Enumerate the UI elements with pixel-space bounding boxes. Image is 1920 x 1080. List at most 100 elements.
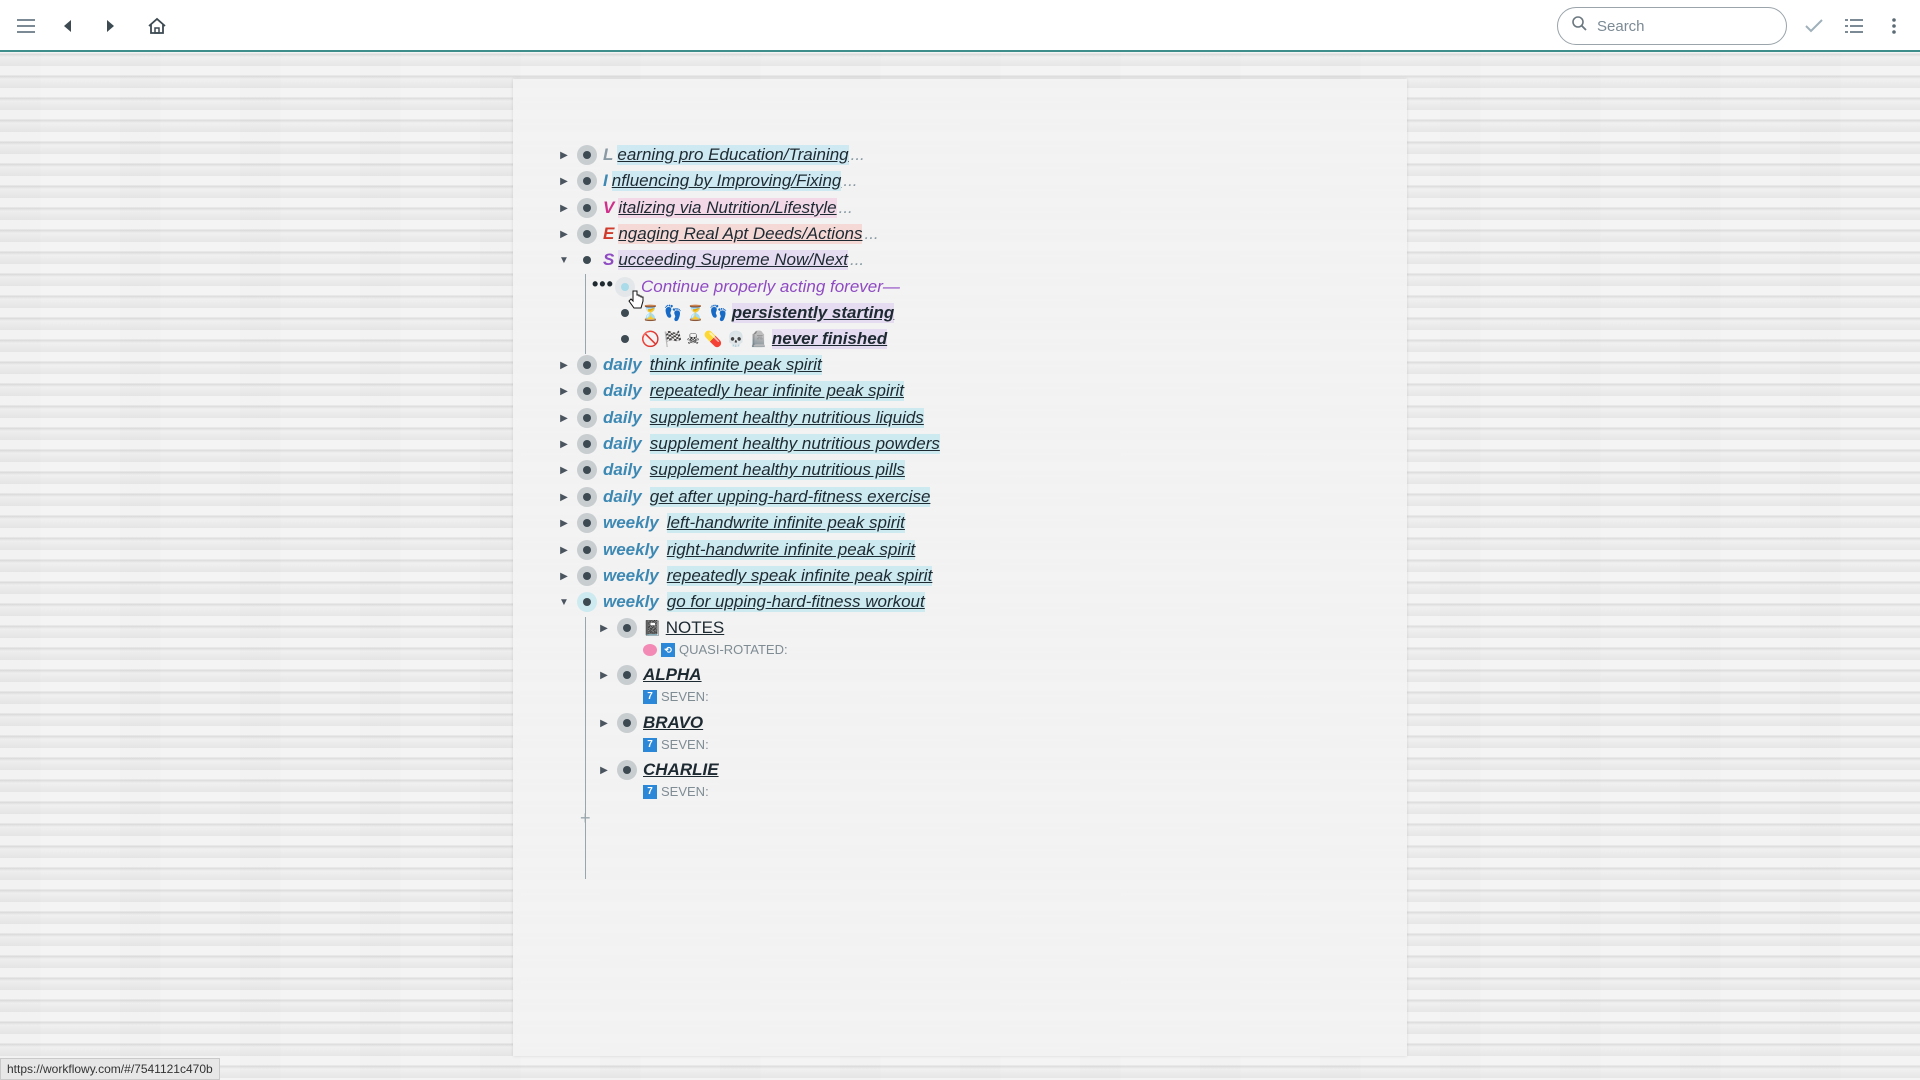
- search-box[interactable]: [1557, 7, 1787, 45]
- expand-arrow-icon[interactable]: ▶: [597, 668, 611, 682]
- bullet-icon[interactable]: [577, 487, 597, 507]
- list-item[interactable]: ▶ daily supplement healthy nutritious po…: [557, 431, 940, 457]
- item-text[interactable]: ALPHA: [643, 665, 702, 685]
- item-text[interactable]: supplement healthy nutritious liquids: [649, 408, 924, 428]
- list-icon[interactable]: [1838, 10, 1870, 42]
- bullet-icon[interactable]: [577, 381, 597, 401]
- bullet-icon[interactable]: [617, 665, 637, 685]
- expand-arrow-icon[interactable]: ▶: [557, 411, 571, 425]
- list-item[interactable]: ▶ I nfluencing by Improving/Fixing ...: [557, 168, 858, 194]
- expand-arrow-icon[interactable]: ▶: [597, 621, 611, 635]
- list-item[interactable]: 🚫 🏁 ☠ 💊 💀 🪦 never finished: [615, 326, 888, 352]
- expand-arrow-icon[interactable]: ▶: [557, 174, 571, 188]
- list-item[interactable]: ▶ daily repeatedly hear infinite peak sp…: [557, 378, 904, 404]
- bullet-icon[interactable]: [577, 540, 597, 560]
- item-text[interactable]: right-handwrite infinite peak spirit: [666, 540, 916, 560]
- more-icon[interactable]: [1878, 10, 1910, 42]
- item-text[interactable]: earning pro Education/Training: [617, 145, 849, 165]
- item-text[interactable]: Continue properly acting forever—: [641, 277, 900, 297]
- list-item[interactable]: ▶ daily supplement healthy nutritious li…: [557, 405, 924, 431]
- list-item[interactable]: ▶ V italizing via Nutrition/Lifestyle ..…: [557, 195, 853, 221]
- bullet-icon[interactable]: [577, 355, 597, 375]
- more-dots-icon[interactable]: •••: [592, 274, 614, 295]
- bullet-icon[interactable]: [577, 460, 597, 480]
- expand-arrow-icon[interactable]: ▶: [597, 716, 611, 730]
- search-input[interactable]: [1595, 16, 1769, 36]
- bullet-icon[interactable]: [577, 408, 597, 428]
- collapse-arrow-icon[interactable]: ▼: [557, 595, 571, 609]
- item-text[interactable]: ucceeding Supreme Now/Next: [618, 250, 848, 270]
- expand-arrow-icon[interactable]: ▶: [557, 384, 571, 398]
- list-item[interactable]: ▶ weekly left-handwrite infinite peak sp…: [557, 510, 905, 536]
- bullet-icon[interactable]: [577, 250, 597, 270]
- list-item[interactable]: Continue properly acting forever—: [615, 274, 900, 300]
- item-note: 7 SEVEN:: [643, 784, 709, 799]
- list-item[interactable]: ▶ daily think infinite peak spirit: [557, 352, 822, 378]
- expand-arrow-icon[interactable]: ▶: [557, 490, 571, 504]
- item-text[interactable]: italizing via Nutrition/Lifestyle: [618, 198, 837, 218]
- item-text[interactable]: think infinite peak spirit: [649, 355, 822, 375]
- item-text[interactable]: persistently starting: [731, 303, 895, 323]
- keycap-seven-icon: 7: [643, 784, 657, 799]
- list-item[interactable]: ▶ weekly right-handwrite infinite peak s…: [557, 537, 916, 563]
- bullet-icon[interactable]: [577, 224, 597, 244]
- bullet-icon[interactable]: [617, 760, 637, 780]
- expand-arrow-icon[interactable]: ▶: [597, 763, 611, 777]
- expand-arrow-icon[interactable]: ▶: [557, 516, 571, 530]
- expand-arrow-icon[interactable]: ▶: [557, 358, 571, 372]
- list-item[interactable]: ⏳ 👣 ⏳ 👣 persistently starting: [615, 300, 895, 326]
- expand-arrow-icon[interactable]: ▶: [557, 543, 571, 557]
- list-item[interactable]: ▶ E ngaging Real Apt Deeds/Actions ...: [557, 221, 879, 247]
- item-text[interactable]: left-handwrite infinite peak spirit: [666, 513, 905, 533]
- item-text[interactable]: BRAVO: [643, 713, 703, 733]
- list-item[interactable]: ▶ 📓 NOTES: [597, 615, 724, 641]
- bullet-icon[interactable]: [577, 566, 597, 586]
- bullet-icon[interactable]: [577, 145, 597, 165]
- item-text[interactable]: never finished: [771, 329, 888, 349]
- add-item-icon[interactable]: +: [580, 808, 591, 829]
- item-text[interactable]: supplement healthy nutritious powders: [649, 434, 940, 454]
- list-item[interactable]: ▶ ALPHA: [597, 662, 702, 688]
- list-item[interactable]: ▶ CHARLIE: [597, 757, 719, 783]
- bullet-icon[interactable]: [577, 434, 597, 454]
- list-item[interactable]: ▼ weekly go for upping-hard-fitness work…: [557, 589, 925, 615]
- list-item[interactable]: ▶ daily get after upping-hard-fitness ex…: [557, 484, 931, 510]
- list-item[interactable]: ▶ L earning pro Education/Training ...: [557, 142, 865, 168]
- expand-arrow-icon[interactable]: ▶: [557, 437, 571, 451]
- home-icon[interactable]: [141, 10, 173, 42]
- check-icon[interactable]: [1798, 10, 1830, 42]
- expand-arrow-icon[interactable]: ▶: [557, 463, 571, 477]
- collapse-arrow-icon[interactable]: ▼: [557, 253, 571, 267]
- item-letter: E: [603, 224, 615, 243]
- menu-icon[interactable]: [10, 10, 42, 42]
- frequency-tag: daily: [603, 355, 642, 374]
- item-text[interactable]: repeatedly hear infinite peak spirit: [649, 381, 904, 401]
- bullet-icon[interactable]: [577, 198, 597, 218]
- bullet-icon[interactable]: [577, 513, 597, 533]
- expand-arrow-icon[interactable]: ▶: [557, 569, 571, 583]
- bullet-icon[interactable]: [615, 329, 635, 349]
- list-item[interactable]: ▶ daily supplement healthy nutritious pi…: [557, 457, 905, 483]
- item-text[interactable]: supplement healthy nutritious pills: [649, 460, 905, 480]
- ellipsis: ...: [843, 171, 858, 190]
- bullet-icon[interactable]: [617, 618, 637, 638]
- item-text[interactable]: go for upping-hard-fitness workout: [666, 592, 925, 612]
- forward-icon[interactable]: [95, 10, 127, 42]
- back-icon[interactable]: [51, 10, 83, 42]
- expand-arrow-icon[interactable]: ▶: [557, 227, 571, 241]
- bullet-icon[interactable]: [577, 592, 597, 612]
- item-text[interactable]: ngaging Real Apt Deeds/Actions: [618, 224, 863, 244]
- item-text[interactable]: NOTES: [666, 618, 725, 638]
- list-item[interactable]: ▶ BRAVO: [597, 710, 703, 736]
- item-text[interactable]: CHARLIE: [643, 760, 719, 780]
- item-text[interactable]: repeatedly speak infinite peak spirit: [666, 566, 933, 586]
- list-item[interactable]: ▼ S ucceeding Supreme Now/Next ...: [557, 247, 864, 273]
- list-item[interactable]: ▶ weekly repeatedly speak infinite peak …: [557, 563, 933, 589]
- item-text[interactable]: nfluencing by Improving/Fixing: [611, 171, 842, 191]
- headstone-icon: 🪦: [749, 331, 768, 348]
- expand-arrow-icon[interactable]: ▶: [557, 148, 571, 162]
- item-text[interactable]: get after upping-hard-fitness exercise: [649, 487, 931, 507]
- bullet-icon[interactable]: [577, 171, 597, 191]
- bullet-icon[interactable]: [617, 713, 637, 733]
- expand-arrow-icon[interactable]: ▶: [557, 201, 571, 215]
